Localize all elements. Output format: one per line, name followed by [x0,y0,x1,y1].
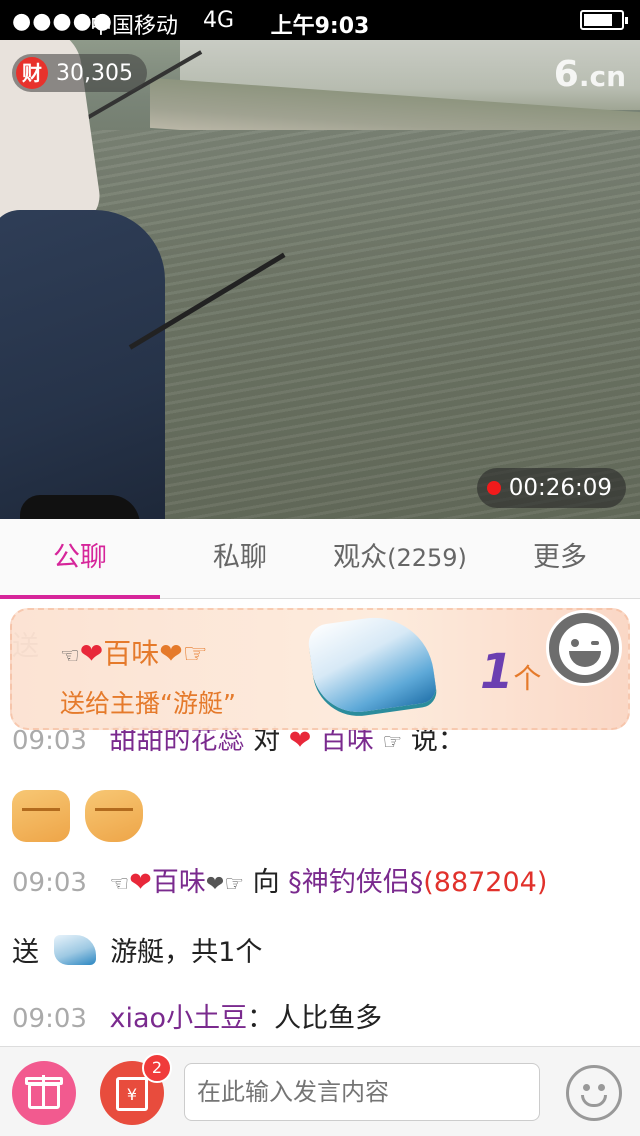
angler-legs [0,210,165,519]
red-packet-icon: ¥ [116,1077,148,1111]
smiley-icon [583,1084,590,1091]
gift-notification-banner: ☜❤百味❤☞ 送给主播“游艇” 1个 [10,608,630,730]
red-packet-count-badge: 2 [142,1053,172,1083]
sender-name[interactable]: xiao小土豆 [110,1003,248,1034]
message-time: 09:03 [12,726,87,756]
duration-text: 00:26:09 [508,475,612,501]
chat-tabs: 公聊 私聊 观众(2259) 更多 [0,519,640,599]
status-time: 上午9:03 [270,14,370,39]
tab-more[interactable]: 更多 [480,519,640,598]
sender-name[interactable]: 百味 [152,867,206,898]
red-packet-button[interactable]: ¥ 2 [100,1053,172,1125]
recording-dot-icon [486,481,501,495]
gift-quantity: 1个 [480,644,542,700]
gift-button[interactable] [12,1061,76,1125]
wink-face-icon [559,623,611,675]
gift-sender: ☜❤百味❤☞ [60,637,208,670]
anchor-wealth-badge[interactable]: 财 30,305 [12,54,147,92]
receiver-id: (887204) [423,867,548,898]
fist-emoji-icon [84,790,143,842]
chat-message-input[interactable] [184,1063,540,1121]
battery-icon [580,10,628,30]
status-bar: ●●●●● 中国移动 4G 上午9:03 [0,0,640,40]
chat-line-gift: 09:03 ☜❤百味❤☞ 向 §神钓侠侣§(887204) [12,867,548,898]
emoji-button[interactable] [566,1065,622,1121]
gesture-emojis [12,790,149,849]
live-duration: 00:26:09 [476,468,626,508]
ok-hand-emoji-icon [12,790,70,842]
receiver-name[interactable]: §神钓侠侣§ [288,867,423,898]
yacht-gift-icon [53,935,96,965]
wealth-value: 30,305 [56,60,133,86]
chat-line-gift-detail: 送 游艇，共1个 [12,935,263,968]
angler-shoe [20,495,140,519]
wealth-icon: 财 [16,57,48,89]
live-video[interactable]: 财 30,305 6.cn 00:26:09 [0,40,640,519]
chat-line-message: 09:03 xiao小土豆：人比鱼多 [12,1003,383,1034]
message-time: 09:03 [12,1004,87,1034]
tab-private-chat[interactable]: 私聊 [160,519,320,598]
brand-logo: 6.cn [553,54,626,95]
gift-summary: 游艇，共1个 [110,937,263,968]
tab-audience[interactable]: 观众(2259) [320,519,480,598]
tab-public-chat[interactable]: 公聊 [0,519,160,599]
yacht-gift-icon [306,610,438,718]
gift-description: 送给主播“游艇” [60,689,236,718]
message-text: 人比鱼多 [274,1003,383,1034]
message-time: 09:03 [12,868,87,898]
floating-emoji-button[interactable] [546,610,622,686]
bottom-input-bar: ¥ 2 [0,1046,640,1136]
